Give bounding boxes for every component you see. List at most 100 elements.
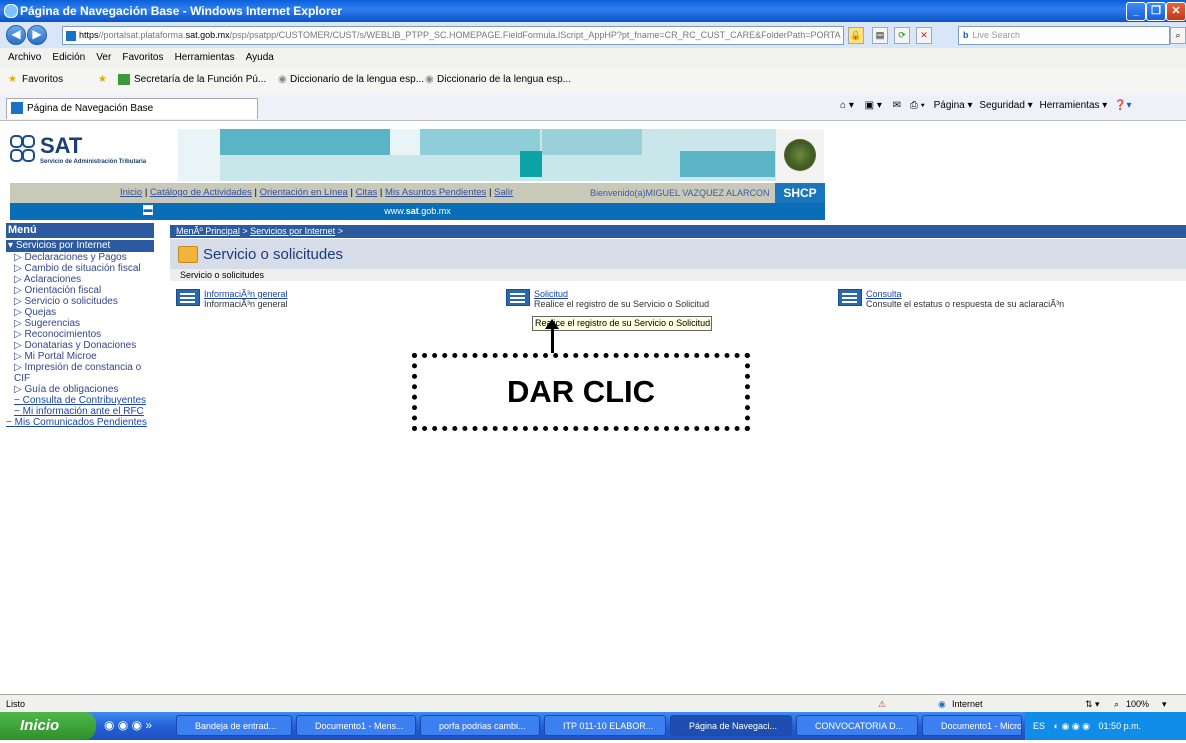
feeds-icon[interactable]: ▣ ▾ [865, 100, 882, 111]
task-itp[interactable]: ITP 011-10 ELABOR... [544, 715, 666, 736]
form-icon[interactable] [176, 289, 200, 306]
menu-ayuda[interactable]: Ayuda [246, 52, 274, 63]
arrow-shaft [551, 326, 554, 353]
search-input[interactable]: b Live Search [958, 26, 1170, 45]
page-menu[interactable]: Página [934, 100, 965, 111]
sidebar-item-donatarias[interactable]: ▷ Donatarias y Donaciones [6, 340, 154, 351]
shcp-emblem-box [776, 129, 824, 183]
nav-orientacion[interactable]: Orientación en Línea [260, 187, 348, 198]
sat-logo[interactable]: SAT Servicio de Administración Tributari… [10, 133, 170, 173]
fav-item-3[interactable]: Diccionario de la lengua esp... [437, 74, 571, 85]
site-url-bold: sat [405, 206, 419, 216]
sidebar-link-consulta[interactable]: − Consulta de Contribuyentes [6, 395, 154, 406]
nav-citas[interactable]: Citas [356, 187, 378, 198]
menu-favoritos[interactable]: Favoritos [122, 52, 163, 63]
popup-icon[interactable]: ⚠ [878, 695, 886, 713]
sidebar-link-rfc[interactable]: − Mi información ante el RFC [6, 406, 154, 417]
sidebar-link-comunicados[interactable]: − Mis Comunicados Pendientes [6, 417, 154, 428]
task-label: Documento1 - Micro... [941, 721, 1022, 731]
fav-item-2[interactable]: Diccionario de la lengua esp... [290, 74, 424, 85]
system-tray: ES ◐ ◉ ◉ ◉ 01:50 p.m. [1025, 712, 1186, 740]
window-titlebar: Página de Navegación Base - Windows Inte… [0, 0, 1186, 22]
shcp-badge: SHCP [775, 183, 825, 203]
sat-logo-text: SAT [40, 133, 83, 158]
refresh-icon[interactable]: ⟳ [894, 27, 910, 44]
minimize-button[interactable]: _ [1126, 2, 1146, 21]
menu-edicion[interactable]: Edición [52, 52, 85, 63]
address-field[interactable]: https//portalsat.plataforma.sat.gob.mx/p… [62, 26, 844, 45]
sidebar-item-orientacion[interactable]: ▷ Orientación fiscal [6, 285, 154, 296]
sidebar-item-aclaraciones[interactable]: ▷ Aclaraciones [6, 274, 154, 285]
security-menu[interactable]: Seguridad [979, 100, 1025, 111]
sidebar-item-label: Declaraciones y Pagos [24, 252, 127, 263]
breadcrumb-section[interactable]: Servicios por Internet [250, 226, 335, 236]
lang-indicator[interactable]: ES [1033, 721, 1045, 731]
lock-icon[interactable]: 🔒 [848, 27, 864, 44]
start-button[interactable]: Inicio [0, 712, 96, 740]
task-documento1-mens[interactable]: Documento1 - Mens... [296, 715, 416, 736]
search-go-icon[interactable]: ⌕ [1170, 27, 1186, 44]
url-prefix: https [79, 30, 99, 40]
sidebar-item-microe[interactable]: ▷ Mi Portal Microe [6, 351, 154, 362]
form-icon[interactable] [506, 289, 530, 306]
menu-archivo[interactable]: Archivo [8, 52, 41, 63]
menu-herramientas[interactable]: Herramientas [175, 52, 235, 63]
tools-menu[interactable]: Herramientas [1039, 100, 1099, 111]
menu-title: Menú [6, 223, 154, 238]
menu-ver[interactable]: Ver [96, 52, 111, 63]
sidebar-item-cambio[interactable]: ▷ Cambio de situación fiscal [6, 263, 154, 274]
sidebar-item-reconocimientos[interactable]: ▷ Reconocimientos [6, 329, 154, 340]
nav-salir[interactable]: Salir [494, 187, 513, 198]
back-icon[interactable]: ◀ [6, 25, 26, 45]
stop-icon[interactable]: ✕ [916, 27, 932, 44]
sidebar-item-servicio[interactable]: ▷ Servicio o solicitudes [6, 296, 154, 307]
breadcrumb-sep: > [242, 226, 248, 236]
option-desc: InformaciÃ³n general [204, 299, 288, 309]
sidebar-selected[interactable]: ▾ Servicios por Internet [6, 240, 154, 252]
favorites-button[interactable]: Favoritos [22, 74, 63, 85]
protected-mode-icon[interactable]: ⇅ ▾ [1085, 695, 1100, 713]
zoom-dropdown-icon[interactable]: ▾ [1162, 695, 1167, 713]
mail-icon[interactable]: ✉ [893, 100, 901, 111]
maximize-button[interactable]: ❐ [1146, 2, 1166, 21]
url-path: /psp/psatpp/CUSTOMER/CUST/s/WEBLIB_PTPP_… [229, 30, 841, 40]
sidebar-item-sugerencias[interactable]: ▷ Sugerencias [6, 318, 154, 329]
option-link[interactable]: InformaciÃ³n general [204, 289, 288, 299]
task-convocatoria[interactable]: CONVOCATORIA D... [796, 715, 918, 736]
forward-icon[interactable]: ▶ [27, 25, 47, 45]
zoom-level[interactable]: 100% [1126, 695, 1149, 713]
close-button[interactable]: ✕ [1166, 2, 1186, 21]
site-icon [66, 30, 76, 41]
fav-item-1[interactable]: Secretaría de la Función Pú... [134, 74, 266, 85]
print-icon[interactable]: ⎙ ▾ [910, 100, 925, 111]
sidebar-item-label: Impresión de constancia o CIF [14, 362, 142, 384]
callout-box: DAR CLIC [412, 353, 750, 431]
sidebar-item-guia[interactable]: ▷ Guía de obligaciones [6, 384, 154, 395]
task-pagina[interactable]: Página de Navegaci... [670, 715, 792, 736]
sat-logo-subtitle: Servicio de Administración Tributaria [40, 159, 147, 165]
option-link[interactable]: Solicitud [534, 289, 568, 299]
task-porfa[interactable]: porfa podrias cambi... [420, 715, 540, 736]
sidebar-item-label: Quejas [24, 307, 57, 318]
form-icon[interactable] [838, 289, 862, 306]
browser-tab[interactable]: Página de Navegación Base [6, 98, 258, 119]
breadcrumb-home[interactable]: MenÃº Principal [176, 226, 240, 236]
add-favorite-icon[interactable]: ★ [98, 74, 107, 85]
nav-inicio[interactable]: Inicio [120, 187, 142, 198]
nav-catalogo[interactable]: Catálogo de Actividades [150, 187, 252, 198]
compat-icon[interactable]: ▤ [872, 27, 888, 44]
sidebar-link-label: Mi información ante el RFC [22, 406, 144, 417]
nav-asuntos[interactable]: Mis Asuntos Pendientes [385, 187, 486, 198]
sidebar-item-declaraciones[interactable]: ▷ Declaraciones y Pagos [6, 252, 154, 263]
tray-icons[interactable]: ◐ ◉ ◉ ◉ [1054, 721, 1091, 731]
zoom-icon[interactable]: ⌕ [1114, 695, 1119, 713]
collapse-menu-icon[interactable]: ▬ [143, 205, 153, 215]
task-documento1-micro[interactable]: Documento1 - Micro... [922, 715, 1022, 736]
option-link[interactable]: Consulta [866, 289, 902, 299]
sidebar-item-quejas[interactable]: ▷ Quejas [6, 307, 154, 318]
sidebar-item-constancia[interactable]: ▷ Impresión de constancia o CIF [6, 362, 154, 384]
home-icon[interactable]: ⌂ ▾ [840, 100, 854, 111]
help-icon[interactable]: ❓▾ [1114, 100, 1131, 111]
task-bandeja[interactable]: Bandeja de entrad... [176, 715, 292, 736]
quicklaunch-icons[interactable]: ◉ ◉ ◉ » [104, 718, 152, 732]
